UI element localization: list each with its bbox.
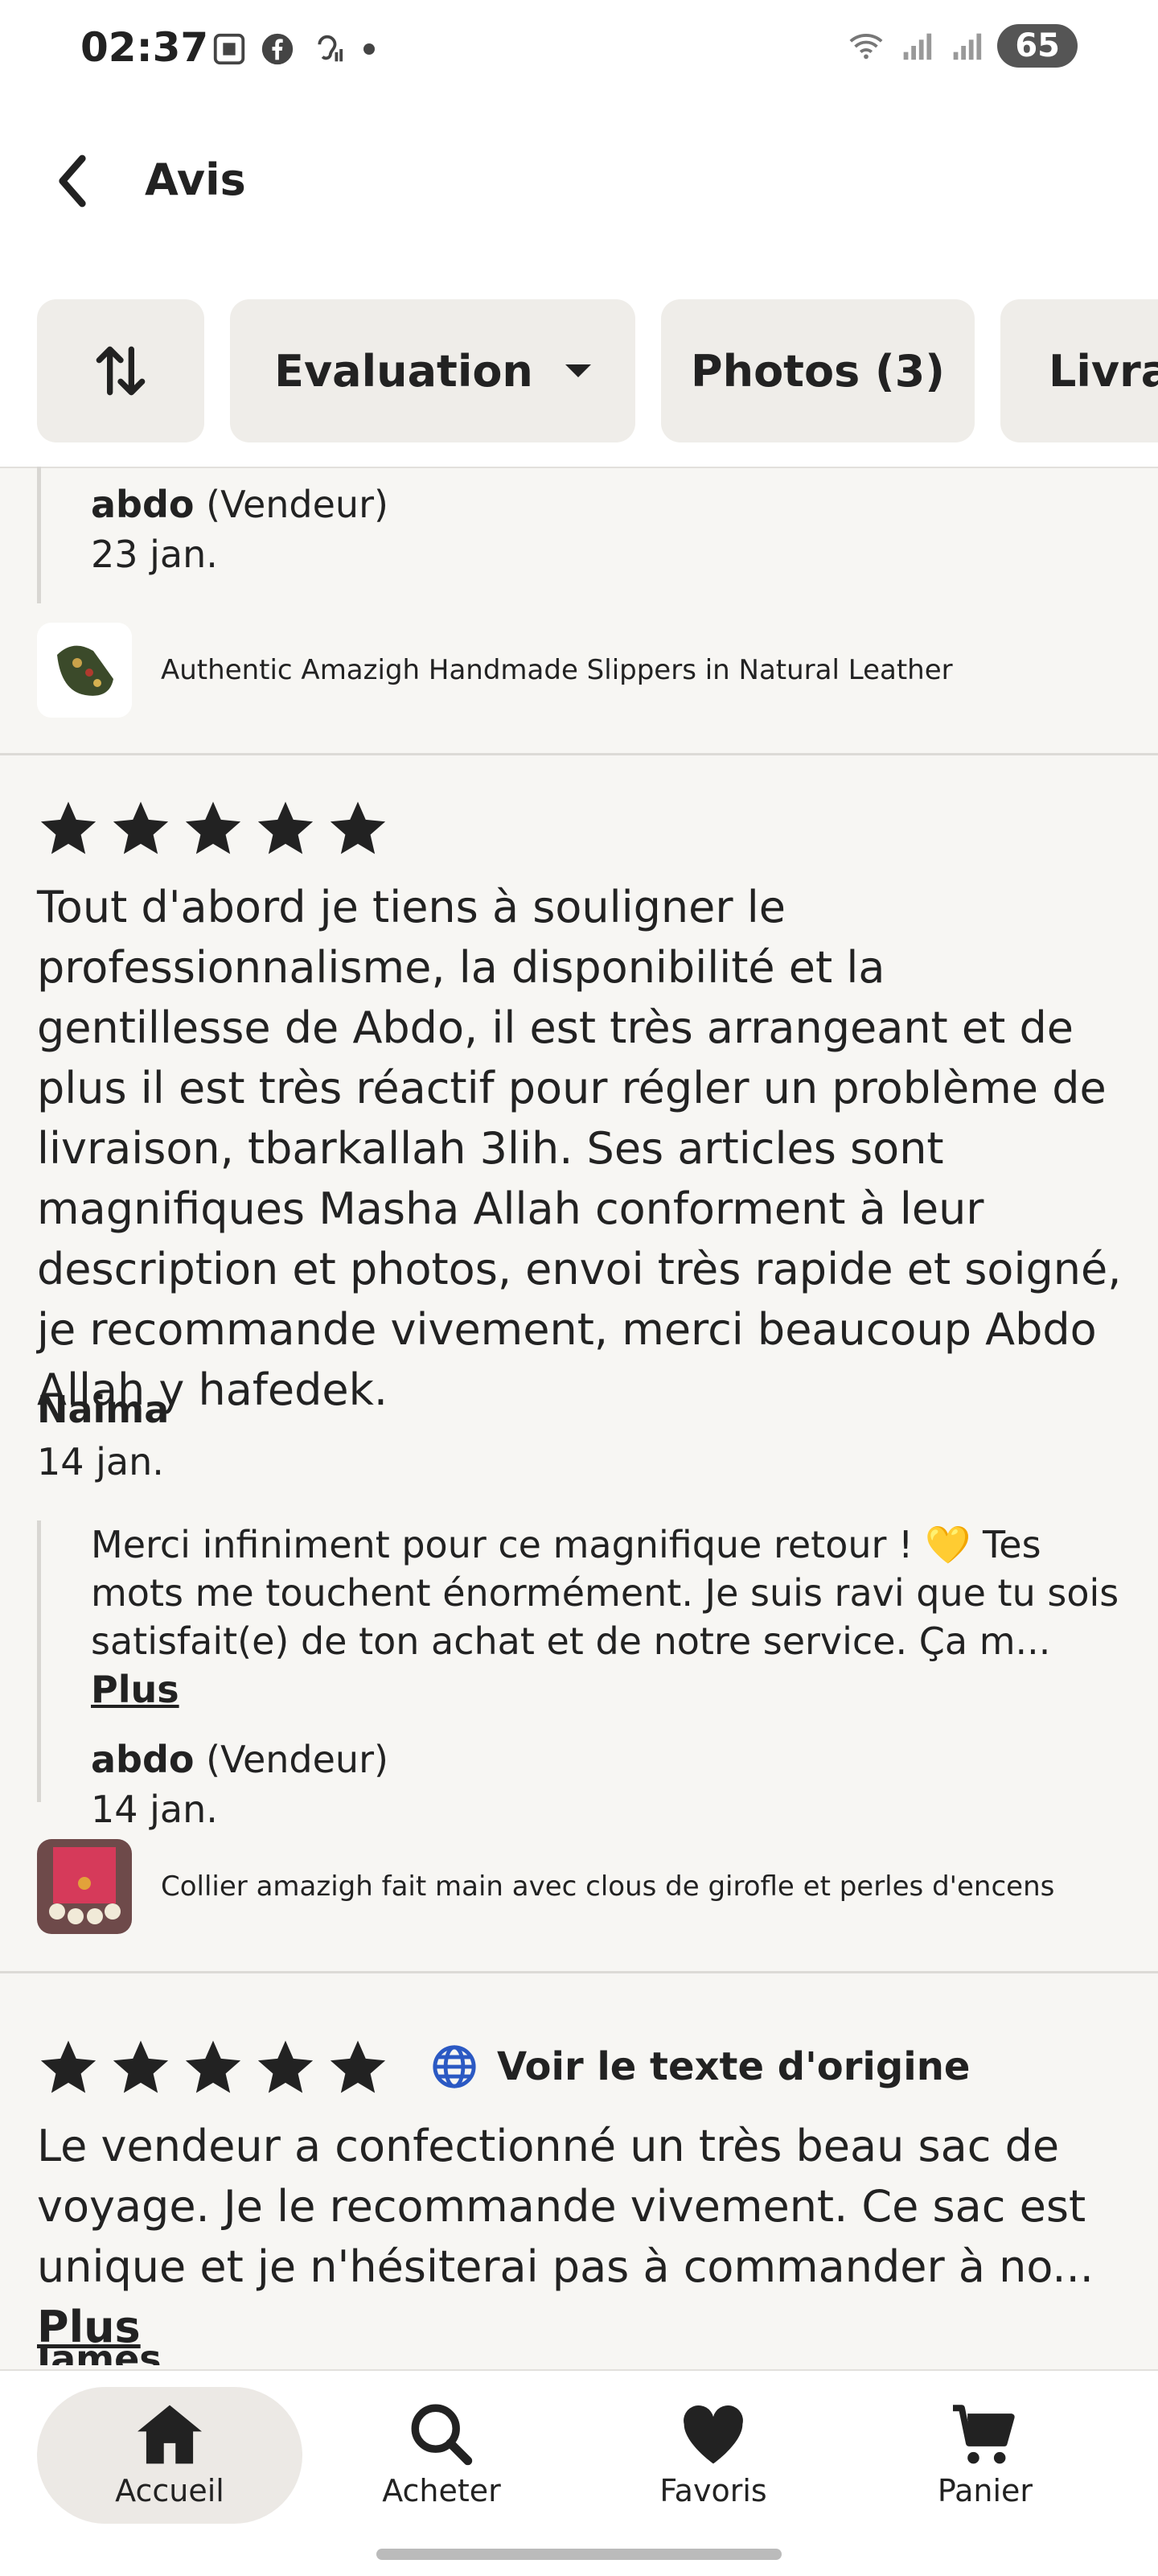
- nav-cart[interactable]: Panier: [852, 2387, 1118, 2524]
- review-body: Le vendeur a confectionné un très beau s…: [37, 2121, 1094, 2292]
- nav-favorites[interactable]: Favoris: [581, 2387, 846, 2524]
- review-date: 14 jan.: [37, 1440, 164, 1483]
- product-thumbnail: [37, 1839, 132, 1934]
- reply-date: 14 jan.: [91, 1788, 218, 1831]
- seller-role: (Vendeur): [206, 1738, 388, 1781]
- view-original-label: Voir le texte d'origine: [497, 2044, 971, 2089]
- nav-favorites-label: Favoris: [659, 2473, 767, 2508]
- review-divider: [0, 1971, 1158, 1973]
- globe-icon: [433, 2045, 476, 2088]
- search-icon: [411, 2404, 473, 2466]
- signal-icon-2: [953, 33, 982, 60]
- evaluation-filter[interactable]: Evaluation: [230, 299, 635, 442]
- product-title: Authentic Amazigh Handmade Slippers in N…: [161, 654, 953, 686]
- delivery-filter[interactable]: Livrai: [1000, 299, 1158, 442]
- battery-indicator: 65: [997, 24, 1078, 68]
- star-rating: Voir le texte d'origine: [37, 2035, 970, 2098]
- status-bar: 02:37 65: [0, 0, 1158, 105]
- nav-home-label: Accueil: [115, 2473, 224, 2508]
- nav-cart-label: Panier: [937, 2473, 1033, 2508]
- notification-icons: [211, 31, 375, 68]
- heart-icon: [684, 2405, 743, 2464]
- reply-author: abdo (Vendeur): [91, 483, 388, 526]
- gesture-bar[interactable]: [376, 2549, 782, 2560]
- sort-icon: [96, 346, 146, 396]
- sort-button[interactable]: [37, 299, 204, 442]
- reply-text: Merci infiniment pour ce magnifique reto…: [91, 1520, 1136, 1714]
- seller-reply: abdo (Vendeur) 23 jan.: [37, 467, 388, 603]
- reply-date: 23 jan.: [91, 533, 218, 576]
- product-thumbnail: [37, 623, 132, 718]
- photos-filter-label: Photos (3): [691, 345, 945, 397]
- facebook-icon: [261, 33, 294, 65]
- signal-icon: [903, 33, 932, 60]
- delivery-filter-label: Livrai: [1049, 345, 1158, 397]
- reply-body: Merci infiniment pour ce magnifique reto…: [91, 1523, 1119, 1663]
- reply-more-link[interactable]: Plus: [91, 1668, 179, 1711]
- filter-bar: Evaluation Photos (3) Livrai: [0, 290, 1158, 468]
- star-icon: [185, 2040, 241, 2093]
- star-rating: [37, 796, 389, 859]
- hearing-icon: [318, 35, 343, 62]
- product-link[interactable]: Authentic Amazigh Handmade Slippers in N…: [37, 623, 953, 718]
- seller-name: abdo: [91, 483, 195, 526]
- reply-author: abdo (Vendeur): [91, 1738, 1136, 1781]
- evaluation-filter-label: Evaluation: [274, 345, 533, 397]
- star-icon: [113, 801, 169, 854]
- review-divider: [0, 753, 1158, 755]
- review-text: Le vendeur a confectionné un très beau s…: [37, 2116, 1131, 2357]
- back-arrow-icon[interactable]: [48, 153, 96, 209]
- seller-name: abdo: [91, 1738, 195, 1781]
- page-title: Avis: [145, 154, 246, 205]
- photos-filter[interactable]: Photos (3): [661, 299, 975, 442]
- reviewer-name: James: [37, 2337, 162, 2365]
- star-icon: [185, 801, 241, 854]
- chevron-down-icon: [565, 364, 591, 377]
- review-text: Tout d'abord je tiens à souligner le pro…: [37, 882, 1122, 1415]
- star-icon: [40, 801, 96, 854]
- reviews-list: abdo (Vendeur) 23 jan. Authentic Amazigh…: [0, 467, 1158, 2365]
- seller-role: (Vendeur): [206, 483, 388, 526]
- cart-icon: [953, 2405, 1015, 2464]
- status-time: 02:37: [80, 24, 209, 71]
- more-notifications-dot: [363, 43, 375, 55]
- nav-home[interactable]: Accueil: [37, 2387, 302, 2524]
- product-title: Collier amazigh fait main avec clous de …: [161, 1870, 1055, 1903]
- wifi-icon: [849, 34, 883, 60]
- reviewer-name: Naima: [37, 1388, 170, 1431]
- bottom-navigation: Accueil Acheter Favoris Panier: [0, 2369, 1158, 2576]
- system-indicators: 65: [848, 24, 1078, 68]
- star-icon: [257, 2040, 314, 2093]
- screenshot-icon: [213, 33, 245, 65]
- star-icon: [113, 2040, 169, 2093]
- seller-reply: Merci infiniment pour ce magnifique reto…: [37, 1520, 1136, 1831]
- app-header: Avis: [0, 105, 1158, 290]
- home-icon: [138, 2405, 202, 2464]
- star-icon: [330, 801, 386, 854]
- nav-shop-label: Acheter: [382, 2473, 501, 2508]
- view-original-link[interactable]: Voir le texte d'origine: [431, 2043, 970, 2090]
- product-link[interactable]: Collier amazigh fait main avec clous de …: [37, 1839, 1054, 1934]
- star-icon: [257, 801, 314, 854]
- nav-shop[interactable]: Acheter: [309, 2387, 574, 2524]
- star-icon: [330, 2040, 386, 2093]
- star-icon: [40, 2040, 96, 2093]
